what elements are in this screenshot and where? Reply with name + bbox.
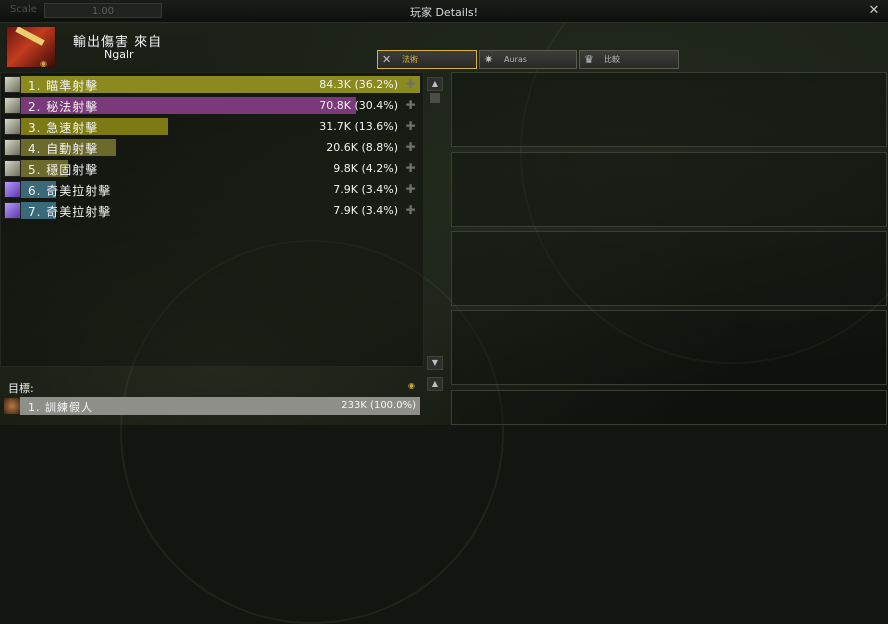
- tab-compare-label: 比較: [604, 55, 620, 64]
- scroll-up-icon[interactable]: ▲: [427, 77, 443, 91]
- spell-value: 9.8K (4.2%): [333, 162, 398, 175]
- spell-name: 5. 穩固射擊: [28, 163, 99, 177]
- gear-icon[interactable]: ✚: [403, 182, 418, 197]
- title-bar: Scale 1.00 玩家 Details! ✕: [0, 0, 888, 23]
- spell-name: 7. 奇美拉射擊: [28, 205, 112, 219]
- spell-row[interactable]: 3. 急速射擊 31.7K (13.6%) ✚: [4, 117, 420, 136]
- detail-panel: [451, 152, 887, 227]
- spell-row[interactable]: 1. 瞄準射擊 84.3K (36.2%) ✚: [4, 75, 420, 94]
- tab-auras-label: Auras: [504, 55, 527, 64]
- spell-name: 6. 奇美拉射擊: [28, 184, 112, 198]
- target-name: 1. 訓練假人: [28, 401, 93, 414]
- target-scrollbar[interactable]: ▲: [427, 374, 443, 425]
- spell-row[interactable]: 5. 穩固射擊 9.8K (4.2%) ✚: [4, 159, 420, 178]
- close-icon[interactable]: ✕: [866, 3, 882, 19]
- chimera-shot-icon: [4, 202, 21, 219]
- spell-row[interactable]: 7. 奇美拉射擊 7.9K (3.4%) ✚: [4, 201, 420, 220]
- spell-name: 4. 自動射擊: [28, 142, 99, 156]
- detail-panel: [451, 310, 887, 385]
- gear-icon[interactable]: ✚: [403, 119, 418, 134]
- player-name: Ngalr: [104, 48, 134, 61]
- target-row[interactable]: 1. 訓練假人 233K (100.0%): [4, 397, 420, 415]
- detail-panel: [451, 390, 887, 425]
- tab-compare[interactable]: ♛ 比較: [579, 50, 679, 69]
- rapid-fire-icon: [4, 118, 21, 135]
- tab-spells[interactable]: ✕ 法術: [377, 50, 477, 69]
- spell-value: 20.6K (8.8%): [326, 141, 398, 154]
- steady-shot-icon: [4, 160, 21, 177]
- spell-value: 7.9K (3.4%): [333, 183, 398, 196]
- spell-row[interactable]: 4. 自動射擊 20.6K (8.8%) ✚: [4, 138, 420, 157]
- scroll-down-icon[interactable]: ▼: [427, 356, 443, 370]
- spell-row[interactable]: 2. 秘法射擊 70.8K (30.4%) ✚: [4, 96, 420, 115]
- target-value: 233K (100.0%): [341, 400, 416, 411]
- tab-spells-label: 法術: [402, 55, 418, 64]
- scroll-up-icon[interactable]: ▲: [427, 377, 443, 391]
- detail-panel: [451, 72, 887, 147]
- skull-icon: [4, 398, 20, 414]
- chimera-shot-icon: [4, 181, 21, 198]
- tab-auras[interactable]: ✷ Auras: [479, 50, 577, 69]
- spell-name: 3. 急速射擊: [28, 121, 99, 135]
- scroll-thumb[interactable]: [430, 93, 440, 103]
- window-title: 玩家 Details!: [409, 6, 479, 19]
- report-icon[interactable]: ◉: [40, 59, 47, 68]
- spell-name: 2. 秘法射擊: [28, 100, 99, 114]
- crown-icon: ♛: [584, 53, 594, 66]
- spell-value: 84.3K (36.2%): [319, 78, 398, 91]
- gear-icon[interactable]: ✚: [403, 140, 418, 155]
- target-label: 目標:: [8, 382, 34, 395]
- spell-value: 31.7K (13.6%): [319, 120, 398, 133]
- spell-row[interactable]: 6. 奇美拉射擊 7.9K (3.4%) ✚: [4, 180, 420, 199]
- auto-shot-icon: [4, 139, 21, 156]
- aimed-shot-icon: [4, 76, 21, 93]
- gear-icon[interactable]: ✚: [403, 98, 418, 113]
- gear-icon[interactable]: ✚: [403, 161, 418, 176]
- gear-icon[interactable]: ✚: [403, 203, 418, 218]
- detail-panel: [451, 231, 887, 306]
- spell-list-scrollbar[interactable]: ▲ ▼: [427, 72, 443, 372]
- spell-value: 7.9K (3.4%): [333, 204, 398, 217]
- spells-icon: ✕: [382, 53, 392, 66]
- spell-name: 1. 瞄準射擊: [28, 79, 99, 93]
- auras-icon: ✷: [484, 53, 494, 66]
- hunter-class-icon: [6, 26, 56, 68]
- arcane-shot-icon: [4, 97, 21, 114]
- gear-icon[interactable]: ✚: [403, 77, 418, 92]
- report-icon[interactable]: ◉: [408, 381, 415, 390]
- spell-value: 70.8K (30.4%): [319, 99, 398, 112]
